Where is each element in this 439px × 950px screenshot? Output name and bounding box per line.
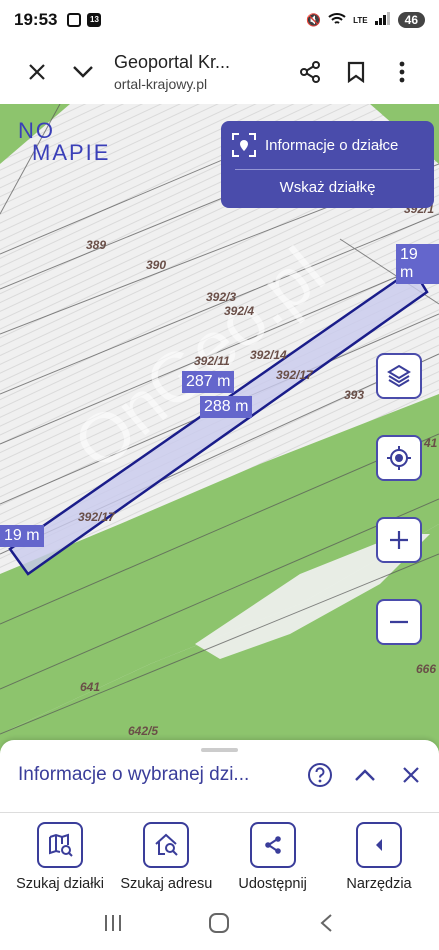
wifi-icon [328,12,346,29]
parcel-info-label: Informacje o działce [265,136,399,154]
search-address-label: Szukaj adresu [120,876,213,892]
tools-label: Narzędzia [346,876,412,892]
status-bar: 19:53 13 🔇 LTE 46 [0,0,439,40]
measurement-label: 19 m [396,244,439,284]
bookmark-button[interactable] [333,49,379,95]
info-sheet: Informacje o wybranej dzi... [0,740,439,812]
parcel-label: 392/4 [224,304,255,318]
back-icon [320,913,332,932]
nomapie-logo: NO MAPIE [18,120,110,164]
logo-line-1: NO [18,118,55,143]
select-area-icon [232,133,256,157]
parcel-label: 666 [416,662,437,676]
close-icon [403,767,419,783]
measurement-label: 288 m [200,396,253,418]
expand-sheet-button[interactable] [350,760,380,790]
locate-button[interactable] [376,435,422,481]
browser-toolbar: Geoportal Kr... ortal-krajowy.pl [0,40,439,104]
recent-apps-icon [105,914,122,931]
status-time: 19:53 [14,10,58,29]
search-address-button[interactable]: Szukaj adresu [114,813,218,895]
signal-icon [374,12,391,28]
close-tab-button[interactable] [14,49,60,95]
search-map-icon [37,822,83,868]
parcel-label: 642/5 [128,724,159,738]
chevron-down-icon [73,66,93,78]
measurement-label: 287 m [182,371,235,393]
sheet-title: Informacje o wybranej dzi... [18,764,250,785]
parcel-info-button[interactable]: Informacje o działce [221,121,434,169]
tools-button[interactable]: Narzędzia [327,813,431,895]
parcel-label: 392/14 [250,348,287,362]
mute-icon: 🔇 [306,13,322,27]
parcel-label: 392/17 [276,368,313,382]
back-button[interactable] [306,903,346,943]
recent-apps-button[interactable] [93,903,133,943]
share-icon [300,61,320,83]
home-button[interactable] [199,903,239,943]
parcel-label: 41 [424,436,438,450]
crosshair-icon [387,446,411,470]
measurement-label: 19 m [0,525,44,547]
parcel-label: 389 [86,238,107,252]
share-button[interactable] [287,49,333,95]
page-url: ortal-krajowy.pl [114,76,208,92]
search-home-icon [143,822,190,868]
notification-badge: 13 [87,13,102,27]
parcel-label: 392/17 [78,510,115,524]
parcel-label: 392/3 [206,290,237,304]
help-icon [308,763,332,787]
chevron-left-icon [355,822,402,868]
search-parcel-label: Szukaj działki [16,876,104,892]
map-view[interactable]: OnGeo.pl NO MAPIE 389 390 392/3 392/4 39… [0,104,439,754]
bottom-action-bar: Szukaj działki Szukaj adresu Udostępnij … [0,813,439,895]
point-parcel-button[interactable]: Wskaż działkę [221,170,434,208]
network-type: LTE [353,15,368,25]
share-icon [249,822,296,868]
more-vertical-icon [399,61,405,83]
page-title: Geoportal Kr... [114,52,231,72]
home-icon [209,912,230,933]
parcel-label: 393 [344,388,365,402]
parcel-label: 390 [146,258,167,272]
system-navigation-bar [0,895,439,950]
zoom-in-button[interactable] [376,517,422,563]
parcel-info-panel: Informacje o działce Wskaż działkę [221,121,434,208]
screenshot-icon [67,13,82,27]
zoom-out-button[interactable] [376,599,422,645]
parcel-label: 392/11 [194,354,230,368]
battery-indicator: 46 [397,12,425,28]
help-button[interactable] [305,760,335,790]
sheet-drag-handle[interactable] [201,748,238,752]
layers-button[interactable] [376,353,422,399]
plus-icon [390,531,408,549]
close-sheet-button[interactable] [396,760,426,790]
share-map-button[interactable]: Udostępnij [221,813,325,895]
chevron-up-icon [355,769,375,781]
layers-icon [387,364,411,388]
share-map-label: Udostępnij [238,876,307,892]
search-parcel-button[interactable]: Szukaj działki [8,813,112,895]
collapse-button[interactable] [60,49,106,95]
minus-icon [390,620,408,624]
parcel-label: 641 [80,680,101,694]
more-options-button[interactable] [379,49,425,95]
bookmark-icon [347,61,365,83]
logo-line-2: MAPIE [32,140,111,165]
close-icon [29,64,45,80]
page-title-area[interactable]: Geoportal Kr... ortal-krajowy.pl [106,52,287,92]
